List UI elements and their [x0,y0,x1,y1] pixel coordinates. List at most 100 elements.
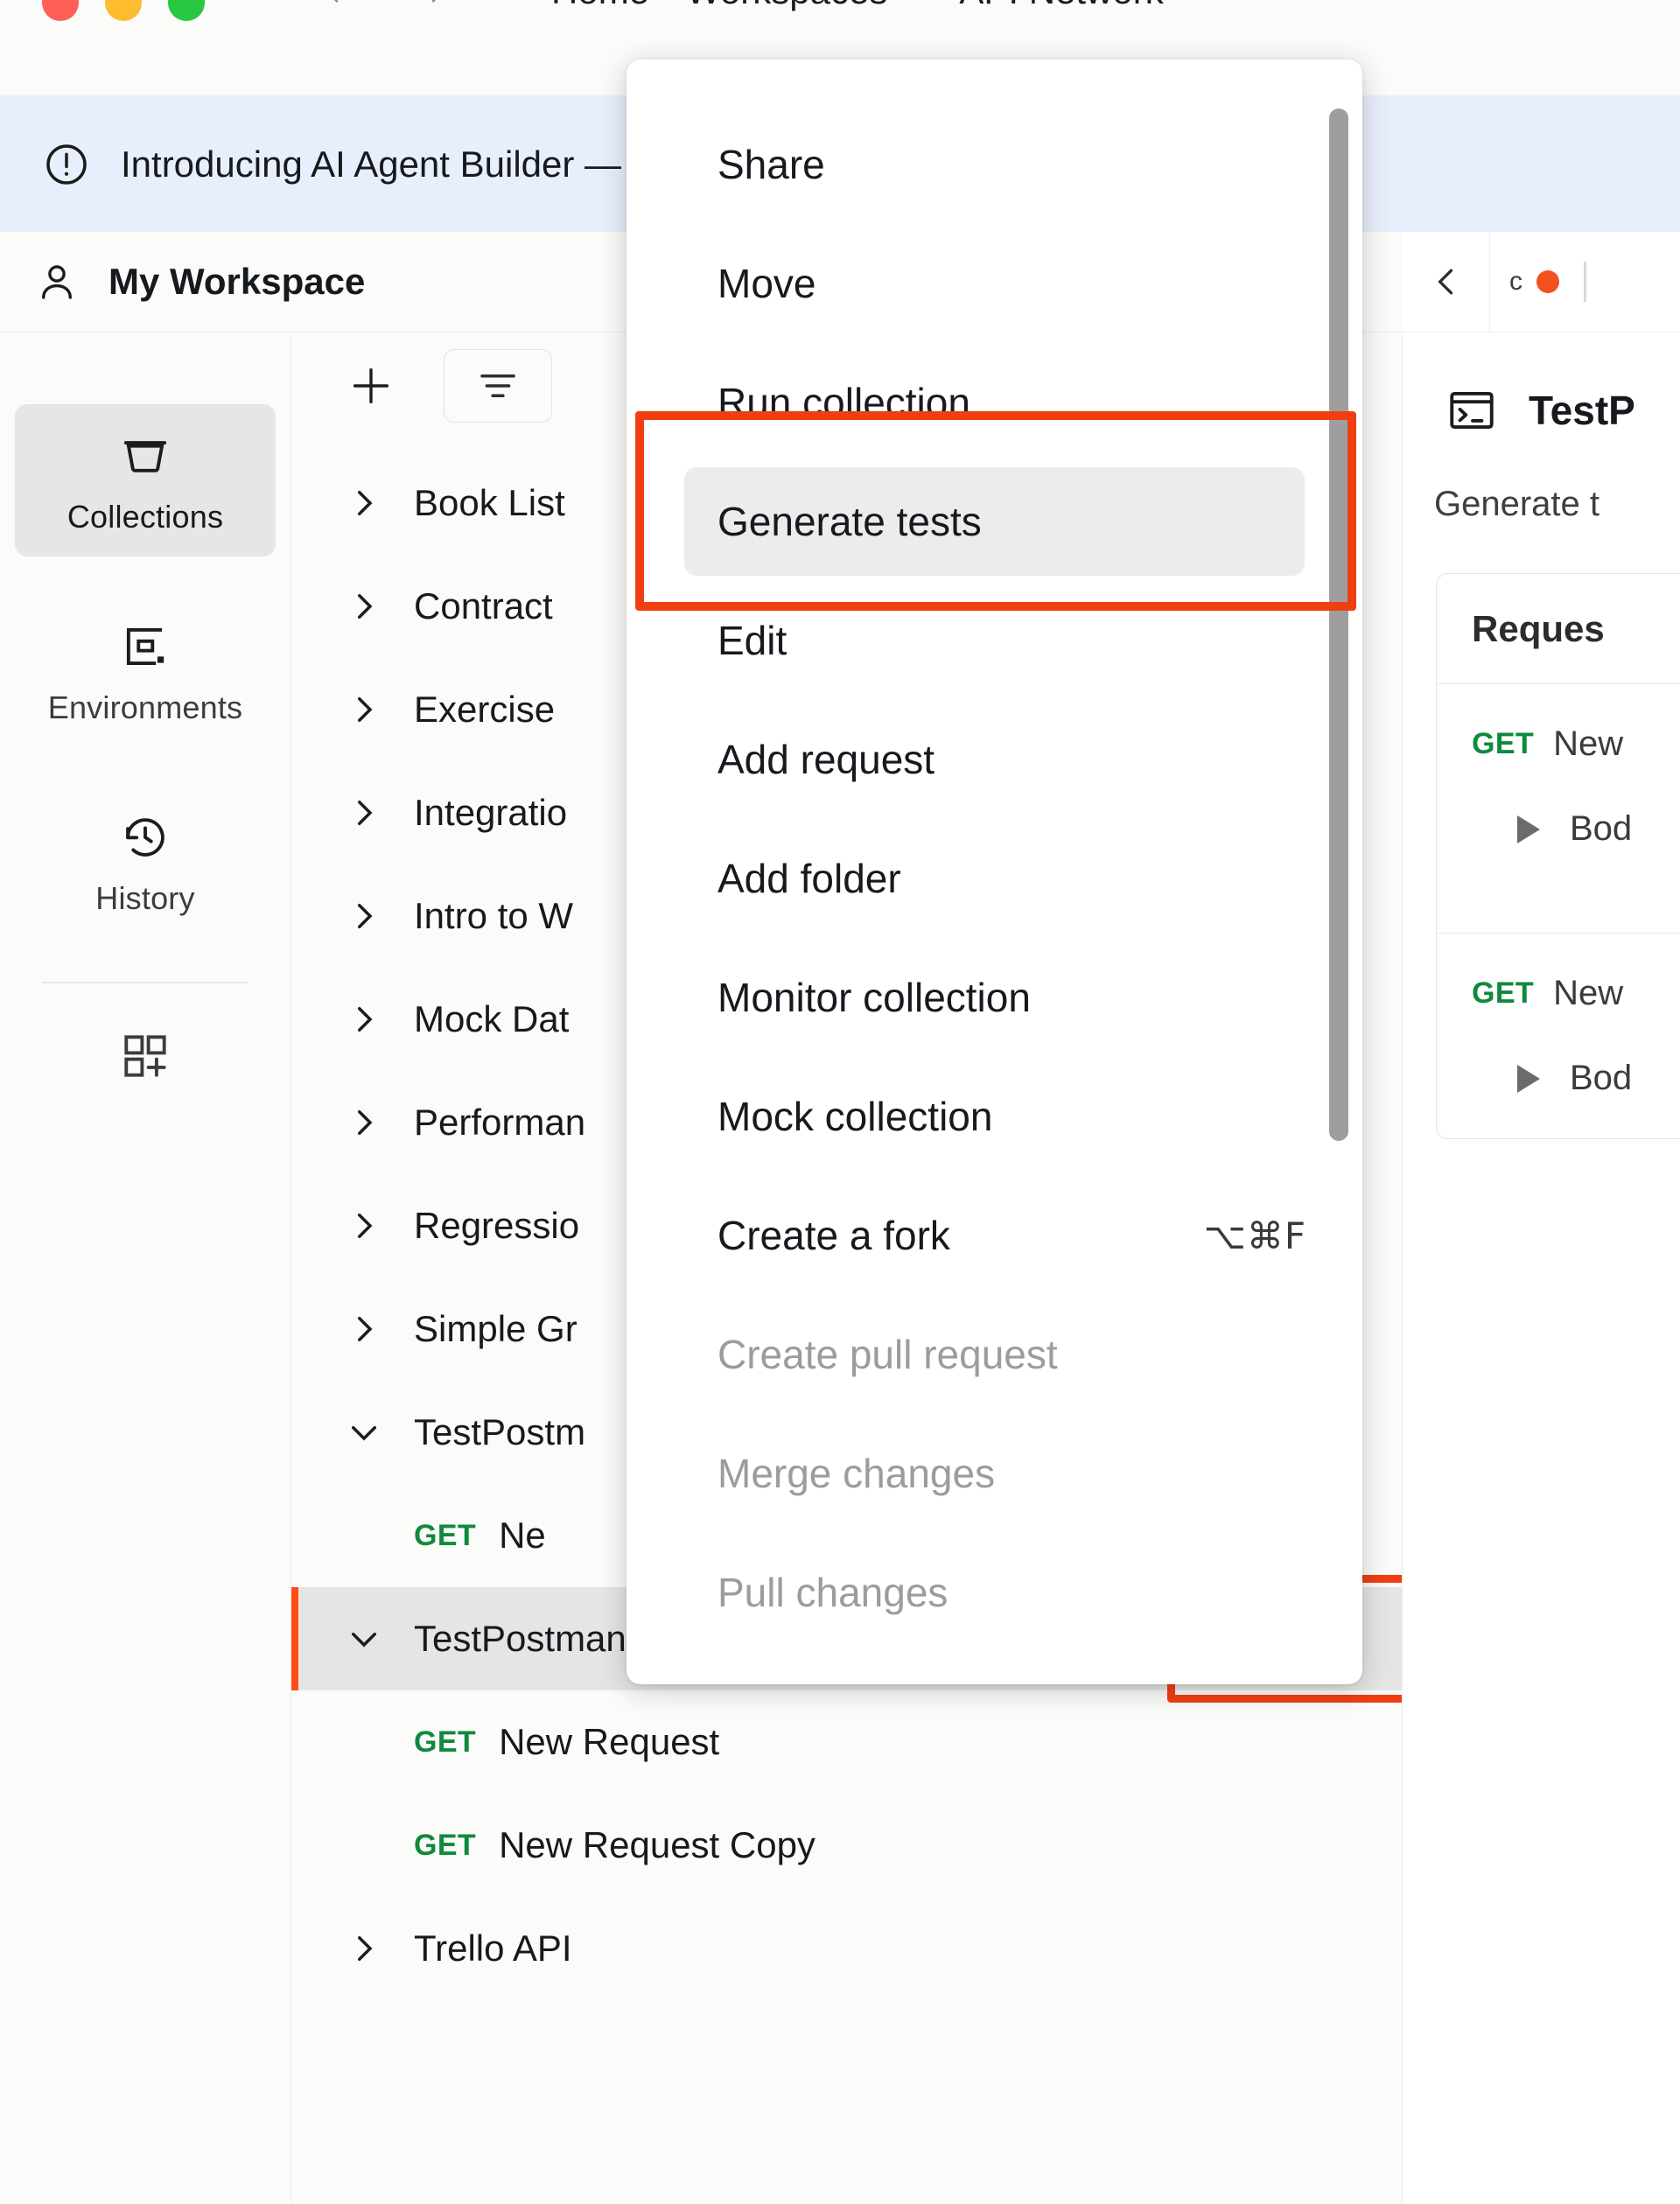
menu-item-shortcut: ⌥⌘F [1203,1214,1306,1257]
chevron-right-icon[interactable] [346,1104,382,1141]
request-method: GET [1472,976,1535,1010]
sidebar-item-label: History [95,880,195,916]
menu-item-add-folder[interactable]: Add folder [626,819,1362,938]
minimize-window-button[interactable] [105,0,142,21]
collection-name: Performan [414,1102,586,1143]
menu-item-move[interactable]: Move [626,224,1362,343]
history-navigation [317,0,453,9]
request-name: New [1553,724,1624,763]
triangle-right-icon[interactable] [1517,1064,1540,1093]
workspace-name: My Workspace [108,261,366,302]
menu-item-mock-collection[interactable]: Mock collection [626,1057,1362,1176]
collection-name: TestPostm [414,1411,586,1452]
menu-item-run-collection[interactable]: Run collection [626,343,1362,462]
menu-item-pull-changes: Pull changes [626,1533,1362,1652]
chevron-right-icon[interactable] [346,691,382,728]
menu-item-edit[interactable]: Edit [626,581,1362,700]
sidebar-item-environments[interactable]: Environments [15,595,276,747]
chevron-right-icon[interactable] [346,588,382,625]
menu-item-label: Edit [718,618,788,663]
chevron-right-icon[interactable] [346,1207,382,1244]
new-item-plus-icon[interactable] [346,360,396,411]
menu-item-create-pull-request: Create pull request [626,1295,1362,1414]
card-body-toggle-row[interactable]: Bod [1437,809,1680,849]
collection-name: Book List [414,482,565,523]
filter-button[interactable] [444,349,552,423]
forward-arrow-icon[interactable] [420,0,453,9]
requests-card: Reques GET New Bod GET New Bod [1436,573,1680,1139]
context-menu-scrollbar[interactable] [1329,108,1348,1141]
menu-item-create-a-fork[interactable]: Create a fork ⌥⌘F [626,1176,1362,1295]
rail-divider [42,982,248,983]
chevron-right-icon[interactable] [346,794,382,831]
request-method: GET [414,1518,477,1552]
menu-item-label: Add request [718,737,935,782]
sidebar-item-history[interactable]: History [15,786,276,938]
tab-open-document[interactable]: c [1490,232,1680,332]
chevron-down-icon [1176,0,1199,3]
request-name: New Request Copy [499,1824,816,1865]
unsaved-indicator-dot [1536,270,1559,293]
triangle-right-icon[interactable] [1517,815,1540,843]
collection-name: Intro to W [414,895,574,936]
collection-name: Integratio [414,792,568,833]
alert-circle-icon [46,143,87,185]
history-icon [126,818,164,857]
apps-grid-plus-icon[interactable] [118,1029,172,1083]
breadcrumb-label: API Network [959,0,1163,12]
breadcrumb-item-api-network[interactable]: API Network [959,0,1198,12]
back-arrow-icon[interactable] [317,0,350,9]
close-window-button[interactable] [42,0,79,21]
menu-item-merge-changes: Merge changes [626,1414,1362,1533]
collections-icon [123,441,167,472]
collection-name: Contract [414,585,553,626]
request-method: GET [1472,727,1535,760]
card-body-toggle-row[interactable]: Bod [1437,1059,1680,1098]
list-item[interactable]: GET New Request [291,1690,1402,1794]
postman-app-window: Home Workspaces API Network Introducing … [0,0,1680,2204]
tab-scroll-back-button[interactable] [1403,232,1490,332]
chevron-down-icon[interactable] [346,1414,382,1451]
sidebar-item-label: Environments [47,689,243,725]
user-icon [42,265,72,299]
chevron-down-icon[interactable] [346,1620,382,1657]
menu-item-view-changelog[interactable]: View changelog [626,1652,1362,1684]
menu-item-monitor-collection[interactable]: Monitor collection [626,938,1362,1057]
terminal-icon [1450,391,1494,430]
menu-item-share[interactable]: Share [626,105,1362,224]
list-item[interactable]: GET New Request Copy [291,1794,1402,1897]
menu-item-label: Create a fork [718,1213,950,1258]
tree-row[interactable]: Trello API [291,1897,1402,2000]
breadcrumb-item-home[interactable]: Home [551,0,649,12]
card-request-row[interactable]: GET New [1437,724,1680,764]
page-title: TestP [1529,388,1635,433]
breadcrumb-label: Workspaces [686,0,887,12]
chevron-right-icon[interactable] [346,898,382,934]
chevron-right-icon[interactable] [346,1930,382,1967]
body-section-label: Bod [1570,809,1633,848]
menu-item-label: Share [718,142,825,187]
chevron-down-icon [900,0,922,3]
menu-item-generate-tests[interactable]: Generate tests [626,462,1362,581]
collection-name: Regressio [414,1205,580,1246]
sidebar-item-collections[interactable]: Collections [15,404,276,556]
menu-item-label: Run collection [718,380,970,425]
chevron-right-icon[interactable] [346,485,382,521]
menu-item-label: Generate tests [718,499,982,544]
menu-item-label: Mock collection [718,1094,993,1139]
page-subtitle: Generate t [1434,485,1600,523]
sidebar-item-label: Collections [66,499,224,535]
page-title-row: TestP [1403,332,1680,437]
card-request-row[interactable]: GET New [1437,974,1680,1013]
breadcrumb-item-workspaces[interactable]: Workspaces [686,0,922,12]
request-method: GET [414,1725,477,1759]
chevron-right-icon[interactable] [346,1001,382,1038]
menu-item-label: Monitor collection [718,975,1031,1020]
request-name: New Request [499,1721,720,1762]
menu-item-add-request[interactable]: Add request [626,700,1362,819]
menu-item-label: Pull changes [718,1570,948,1615]
chevron-right-icon[interactable] [346,1311,382,1347]
breadcrumb: Home Workspaces API Network [551,0,1199,12]
zoom-window-button[interactable] [168,0,205,21]
collection-name: Exercise [414,689,556,730]
